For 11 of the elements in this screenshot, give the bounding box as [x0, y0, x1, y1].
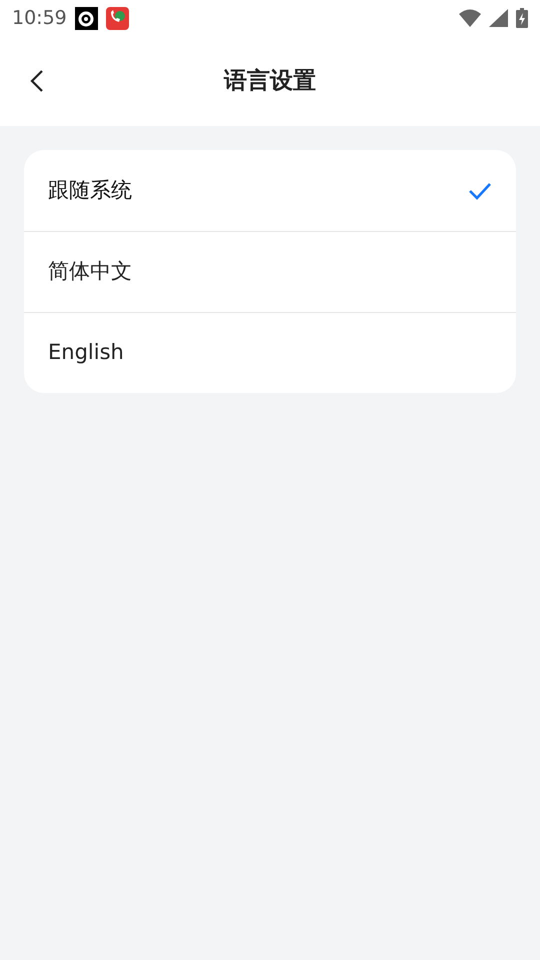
- wifi-icon: [459, 9, 481, 27]
- language-option[interactable]: 简体中文: [24, 231, 516, 312]
- battery-icon: [516, 8, 528, 28]
- language-option[interactable]: 跟随系统: [24, 150, 516, 231]
- phone-app-icon: [106, 6, 129, 30]
- status-time: 10:59: [12, 6, 67, 31]
- page-title: 语言设置: [224, 66, 316, 96]
- language-option[interactable]: English: [24, 312, 516, 393]
- app-notification-icon: [74, 6, 98, 30]
- checkmark-icon: [468, 182, 492, 200]
- signal-icon: [489, 9, 508, 27]
